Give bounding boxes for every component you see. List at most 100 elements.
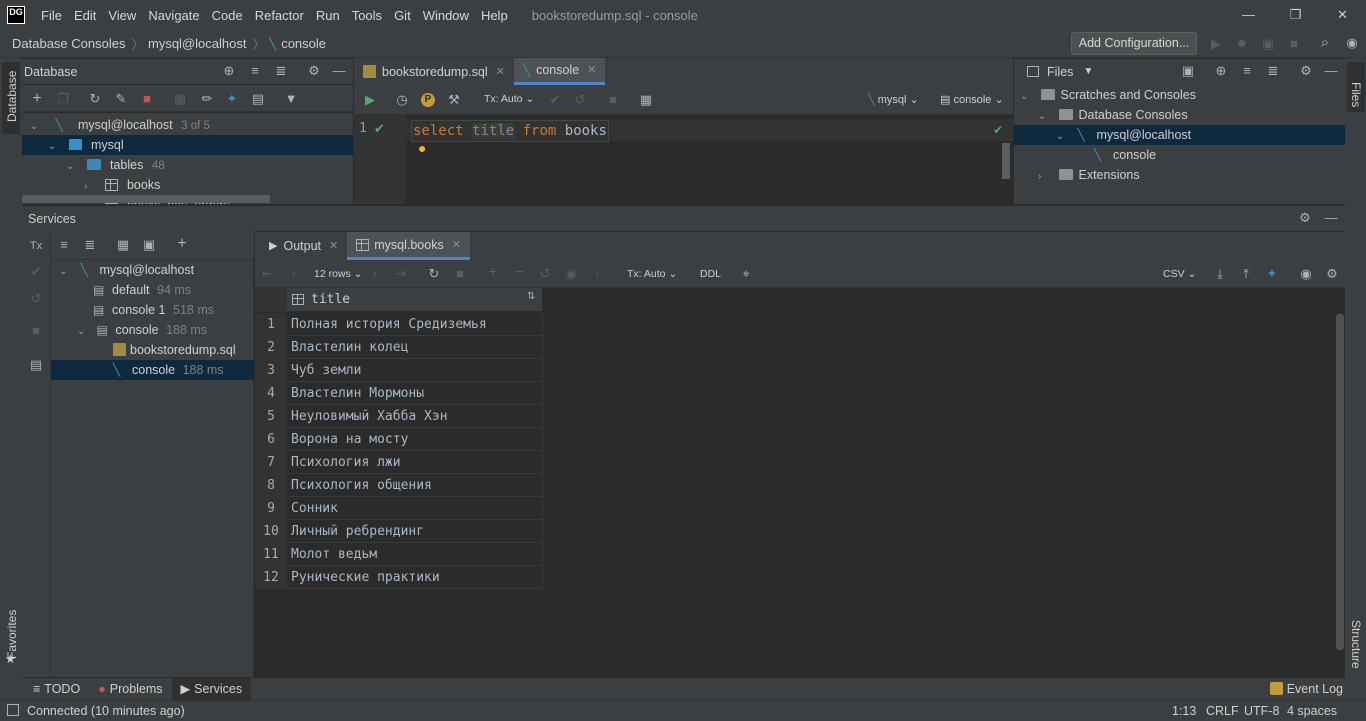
upload-icon[interactable]: ⤒ (1239, 267, 1253, 281)
preview-icon[interactable]: ◉ (564, 267, 578, 281)
lightbulb-icon[interactable]: ● (418, 140, 426, 156)
files-side-label[interactable]: Files (1349, 82, 1363, 107)
menu-refactor[interactable]: Refactor (249, 8, 310, 23)
cursor-position[interactable]: 1:13 (1172, 704, 1196, 718)
menu-tools[interactable]: Tools (346, 8, 388, 23)
tab-problems[interactable]: ● Problems (89, 678, 171, 700)
hide-icon[interactable]: — (332, 64, 346, 78)
menu-view[interactable]: View (102, 8, 142, 23)
chevron-down-icon[interactable]: ⌄ (1038, 107, 1050, 127)
editor-scrollbar[interactable] (1002, 143, 1010, 179)
menu-file[interactable]: File (35, 8, 68, 23)
menu-edit[interactable]: Edit (68, 8, 102, 23)
history-icon[interactable]: ◷ (395, 93, 409, 107)
table-cell[interactable]: Психология общения (287, 474, 543, 497)
rollback-icon[interactable]: ↺ (573, 93, 587, 107)
status-window-icon[interactable] (7, 704, 19, 716)
update-icon[interactable]: ◉ (1345, 36, 1359, 50)
tab-services[interactable]: ▶ Services (171, 678, 252, 700)
database-side-label[interactable]: Database (5, 66, 19, 122)
close-tab-icon[interactable]: ✕ (329, 232, 338, 260)
stop-icon[interactable]: ■ (29, 324, 43, 338)
tab-console[interactable]: ╲ console ✕ (513, 56, 606, 85)
last-page-icon[interactable]: ⇥ (394, 267, 408, 281)
revert-icon[interactable]: ↺ (538, 267, 552, 281)
menu-window[interactable]: Window (417, 8, 475, 23)
chevron-right-icon[interactable]: › (84, 177, 96, 197)
hide-icon[interactable]: — (1324, 64, 1338, 78)
menu-run[interactable]: Run (310, 8, 346, 23)
close-window-button[interactable]: ✕ (1319, 0, 1366, 30)
first-page-icon[interactable]: ⇤ (261, 267, 275, 281)
export-format-dropdown[interactable]: CSV ⌄ (1163, 268, 1196, 280)
close-tab-icon[interactable]: ✕ (587, 56, 596, 84)
favorites-side-label[interactable]: Favorites (5, 603, 19, 659)
view-icon[interactable]: ◉ (1299, 267, 1313, 281)
commit-icon[interactable]: ✔ (29, 265, 43, 279)
breadcrumb-mysql-localhost[interactable]: mysql@localhost (148, 36, 246, 51)
search-icon[interactable]: ⌕ (1318, 35, 1332, 50)
collapse-all-icon[interactable]: ≣ (83, 238, 97, 252)
compare-icon[interactable]: ✦ (1265, 267, 1279, 281)
tab-mysql-books[interactable]: mysql.books ✕ (347, 232, 470, 260)
locate-icon[interactable]: ⊕ (222, 64, 236, 78)
table-cell[interactable]: Молот ведьм (287, 543, 543, 566)
add-row-icon[interactable]: + (486, 265, 500, 281)
menu-help[interactable]: Help (475, 8, 514, 23)
service-item-default[interactable]: ▤ default 94 ms (51, 280, 254, 300)
coverage-icon[interactable]: ▣ (1261, 37, 1275, 51)
tree-item-books[interactable]: › books (22, 175, 353, 195)
expand-all-icon[interactable]: ≡ (248, 64, 262, 78)
console-view-icon[interactable]: ▤ (251, 92, 265, 106)
structure-side-label[interactable]: Structure (1349, 620, 1363, 669)
close-tab-icon[interactable]: ✕ (452, 231, 461, 259)
previous-page-icon[interactable]: ‹ (287, 267, 301, 281)
run-config-icon[interactable]: ▶ (1209, 37, 1223, 51)
tab-bookstoredump[interactable]: bookstoredump.sql ✕ (354, 58, 514, 85)
files-panel-title[interactable]: Files (1047, 65, 1073, 79)
parameters-icon[interactable]: P (421, 93, 435, 107)
chevron-down-icon[interactable]: ⌄ (48, 137, 60, 157)
chevron-down-icon[interactable]: ⌄ (59, 262, 71, 282)
chevron-down-icon[interactable]: ⌄ (1056, 127, 1068, 147)
menu-navigate[interactable]: Navigate (142, 8, 205, 23)
chevron-right-icon[interactable]: › (1038, 167, 1050, 187)
add-service-icon[interactable]: + (175, 236, 189, 252)
pin-icon[interactable]: ⌖ (739, 267, 753, 281)
execute-icon[interactable]: ▶ (363, 93, 377, 107)
tab-todo[interactable]: ≡ TODO (24, 678, 89, 700)
breadcrumb-console[interactable]: console (281, 36, 326, 51)
gear-icon[interactable]: ⚙ (1299, 64, 1313, 78)
gear-icon[interactable]: ⚙ (1298, 211, 1312, 225)
table-cell[interactable]: Рунические практики (287, 566, 543, 589)
chevron-down-icon[interactable]: ⌄ (30, 117, 42, 137)
service-item-console-1[interactable]: ▤ console 1 518 ms (51, 300, 254, 320)
debug-icon[interactable]: ✹ (1235, 37, 1249, 51)
next-page-icon[interactable]: › (368, 267, 382, 281)
table-cell[interactable]: Властелин колец (287, 336, 543, 359)
refresh-icon[interactable]: ↻ (88, 92, 102, 106)
table-cell[interactable]: Психология лжи (287, 451, 543, 474)
disconnect-icon[interactable]: ■ (140, 92, 154, 106)
event-log-button[interactable]: Event Log (1261, 678, 1352, 700)
line-separator[interactable]: CRLF (1206, 704, 1239, 718)
service-item-console-run[interactable]: ╲ console 188 ms (51, 360, 254, 380)
tree-item-database-consoles[interactable]: ⌄ Database Consoles (1014, 105, 1345, 125)
submit-icon[interactable]: ↑ (590, 267, 604, 281)
collapse-all-icon[interactable]: ≣ (1266, 64, 1280, 78)
schema-sync-icon[interactable]: ✎ (114, 92, 128, 106)
file-encoding[interactable]: UTF-8 (1244, 704, 1279, 718)
sort-icon[interactable]: ⇅ (527, 291, 535, 302)
edit-icon[interactable]: ✏ (200, 92, 214, 106)
status-message[interactable]: Connected (10 minutes ago) (27, 704, 185, 718)
hide-icon[interactable]: — (1324, 211, 1338, 225)
table-cell[interactable]: Личный ребрендинг (287, 520, 543, 543)
gear-icon[interactable]: ⚙ (1325, 267, 1339, 281)
datasource-selector[interactable]: ╲ mysql ⌄ (868, 93, 919, 106)
session-selector[interactable]: ▤ console ⌄ (940, 93, 1004, 106)
minimize-button[interactable]: — (1225, 0, 1272, 30)
service-item-console[interactable]: ⌄ ▤ console 188 ms (51, 320, 254, 340)
cancel-icon[interactable]: ■ (606, 93, 620, 107)
chevron-down-icon[interactable]: ▼ (1083, 66, 1093, 77)
tree-item-mysql-schema[interactable]: ⌄ mysql (22, 135, 353, 155)
